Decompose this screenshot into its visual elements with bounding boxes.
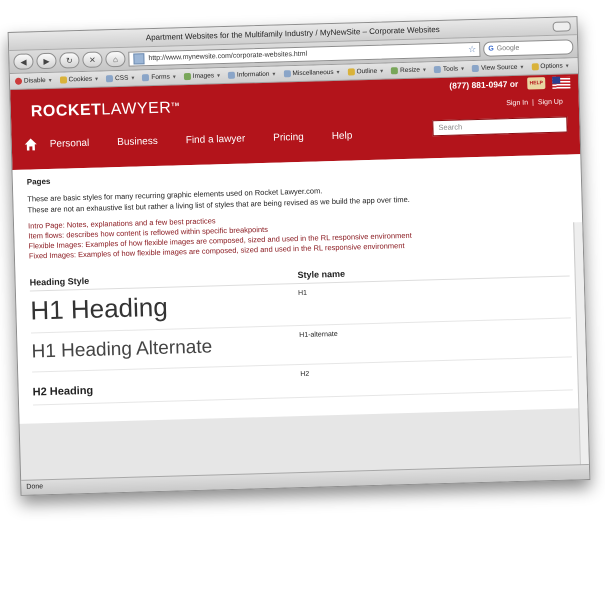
- rocket-lawyer-logo[interactable]: ROCKETLAWYERTM: [31, 99, 180, 121]
- browser-search-placeholder: Google: [496, 44, 520, 52]
- h2-sample: H2 Heading: [32, 384, 94, 399]
- devbar-item-outline[interactable]: Outline ▼: [347, 68, 384, 76]
- sign-in-link[interactable]: Sign In: [506, 100, 528, 108]
- nav-help[interactable]: Help: [332, 130, 353, 142]
- us-flag-icon[interactable]: [552, 76, 571, 89]
- devbar-item-resize[interactable]: Resize ▼: [391, 66, 428, 75]
- heading-style-table: Heading Style Style name H1 Heading H1 H…: [29, 262, 573, 406]
- google-icon: G: [488, 44, 494, 53]
- h1-sample: H1 Heading: [29, 291, 169, 326]
- forward-arrow-icon: ▶: [43, 56, 50, 66]
- back-arrow-icon: ◀: [20, 57, 27, 67]
- nav-business[interactable]: Business: [117, 135, 158, 147]
- chevron-down-icon: ▼: [94, 76, 100, 83]
- site-search-input[interactable]: Search: [432, 116, 568, 137]
- sign-up-link[interactable]: Sign Up: [538, 99, 563, 107]
- chevron-down-icon: ▼: [460, 65, 466, 72]
- stop-button[interactable]: ✕: [82, 51, 103, 68]
- chevron-down-icon: ▼: [564, 62, 570, 70]
- phone-number: (877) 881-0947 or: [449, 78, 519, 91]
- status-text: Done: [26, 483, 44, 491]
- browser-window: Apartment Websites for the Multifamily I…: [7, 16, 591, 496]
- nav-find-a-lawyer[interactable]: Find a lawyer: [186, 133, 246, 146]
- back-button[interactable]: ◀: [13, 53, 34, 70]
- stop-icon: ✕: [88, 55, 96, 65]
- account-link-divider: |: [531, 99, 535, 107]
- toolbar-toggle-button[interactable]: [552, 21, 571, 32]
- favicon-icon: [133, 52, 145, 65]
- chevron-down-icon: ▼: [215, 72, 222, 79]
- home-icon[interactable]: [24, 137, 38, 151]
- devbar-item-options[interactable]: Options ▼: [531, 62, 570, 71]
- devbar-item-tools[interactable]: Tools ▼: [433, 65, 466, 74]
- nav-personal[interactable]: Personal: [50, 137, 90, 149]
- devbar-item-disable[interactable]: Disable ▼: [14, 77, 53, 85]
- home-icon: ⌂: [112, 54, 118, 64]
- tools-icon: [433, 65, 442, 74]
- devbar-item-miscellaneous[interactable]: Miscellaneous ▼: [283, 69, 341, 78]
- chevron-down-icon: ▼: [171, 73, 177, 80]
- information-icon: [227, 71, 236, 79]
- chevron-down-icon: ▼: [130, 75, 136, 82]
- browser-search-box[interactable]: G Google: [483, 38, 574, 57]
- devbar-item-forms[interactable]: Forms ▼: [142, 73, 177, 82]
- h1-alternate-sample: H1 Heading Alternate: [31, 336, 213, 363]
- devbar-item-view-source[interactable]: View Source ▼: [471, 64, 525, 73]
- miscellaneous-icon: [283, 70, 291, 78]
- reload-icon: ↻: [65, 55, 73, 65]
- devbar-item-cookies[interactable]: Cookies ▼: [59, 76, 100, 84]
- column-style-name: Style name: [297, 268, 346, 281]
- main-nav: Personal Business Find a lawyer Pricing …: [24, 128, 381, 152]
- chevron-down-icon: ▼: [47, 77, 53, 84]
- chevron-down-icon: ▼: [335, 69, 341, 76]
- chevron-down-icon: ▼: [379, 68, 385, 75]
- style-name: H1-alternate: [299, 330, 338, 340]
- help-badge-icon[interactable]: HELP: [527, 77, 546, 90]
- view-source-icon: [471, 64, 480, 73]
- forms-icon: [142, 74, 150, 82]
- cookies-icon: [59, 76, 67, 84]
- images-icon: [183, 72, 191, 81]
- window-title: Apartment Websites for the Multifamily I…: [145, 24, 440, 43]
- address-url: http://www.mynewsite.com/corporate-websi…: [148, 50, 308, 62]
- devbar-item-information[interactable]: Information ▼: [227, 71, 277, 79]
- resize-icon: [391, 67, 399, 75]
- page-links: Intro Page: Notes, explanations and a fe…: [28, 206, 569, 261]
- status-bar: Done: [21, 463, 590, 495]
- style-name: H1: [297, 289, 308, 298]
- chevron-down-icon: ▼: [421, 66, 428, 73]
- home-button[interactable]: ⌂: [105, 50, 126, 68]
- devbar-item-css[interactable]: CSS ▼: [105, 75, 136, 83]
- options-icon: [531, 63, 539, 71]
- devbar-item-images[interactable]: Images ▼: [183, 72, 222, 81]
- chevron-down-icon: ▼: [519, 64, 525, 71]
- reload-button[interactable]: ↻: [59, 52, 80, 69]
- nav-pricing[interactable]: Pricing: [273, 131, 304, 143]
- screenshot-stage: Apartment Websites for the Multifamily I…: [0, 0, 605, 605]
- page-content: Pages These are basic styles for many re…: [12, 154, 588, 424]
- forward-button[interactable]: ▶: [36, 52, 57, 70]
- outline-icon: [347, 68, 355, 76]
- chevron-down-icon: ▼: [271, 71, 277, 78]
- account-links: Sign In | Sign Up: [504, 99, 565, 108]
- css-icon: [105, 75, 114, 83]
- style-name: H2: [300, 370, 310, 379]
- bookmark-star-icon[interactable]: ☆: [468, 42, 479, 55]
- disable-icon: [14, 77, 23, 85]
